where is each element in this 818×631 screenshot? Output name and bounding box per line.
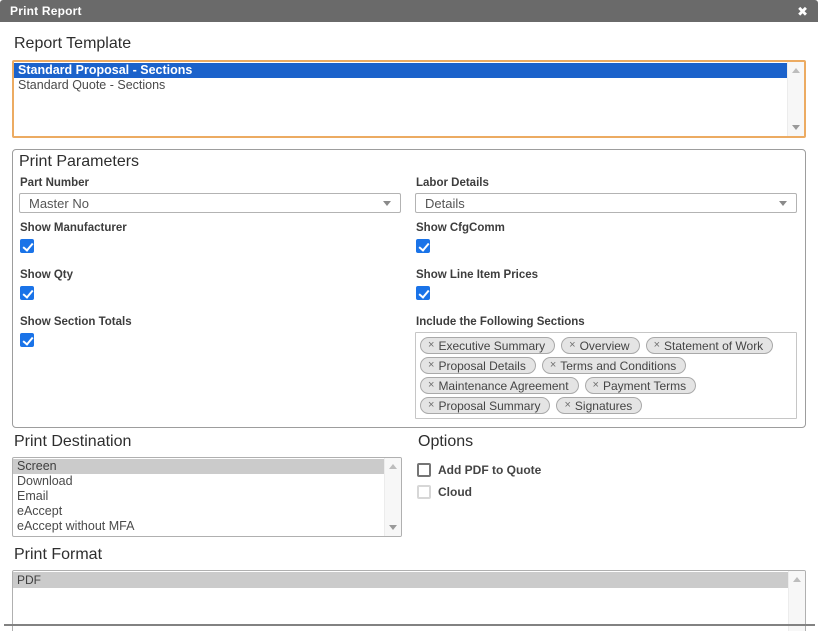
section-tag[interactable]: × Executive Summary — [420, 337, 555, 354]
report-template-scrollbar — [787, 62, 804, 136]
part-number-value: Master No — [29, 196, 89, 211]
show-cfgcomm-label: Show CfgComm — [416, 222, 797, 235]
tag-remove-icon[interactable]: × — [428, 340, 434, 351]
print-destination-option[interactable]: eAccept — [13, 504, 384, 519]
section-tag[interactable]: × Proposal Details — [420, 357, 536, 374]
show-section-totals-label: Show Section Totals — [20, 316, 401, 329]
print-report-dialog: Print Report ✖ Report Template Standard … — [0, 0, 818, 631]
print-parameters-box: Print Parameters Part Number Master No S… — [12, 149, 806, 428]
print-destination-option[interactable]: eAccept without MFA — [13, 519, 384, 534]
section-tag[interactable]: × Terms and Conditions — [542, 357, 687, 374]
print-destination-scrollbar — [384, 458, 401, 536]
print-destination-listbox: Screen Download Email eAccept eAccept wi… — [12, 457, 402, 537]
tag-remove-icon[interactable]: × — [428, 400, 434, 411]
print-destination-section: Print Destination Screen Download Email … — [12, 431, 402, 537]
include-sections-label: Include the Following Sections — [416, 316, 797, 329]
section-tag[interactable]: × Signatures — [556, 397, 642, 414]
section-tag-label: Proposal Details — [438, 359, 525, 373]
report-template-heading: Report Template — [14, 35, 806, 53]
show-line-item-prices-checkbox[interactable] — [416, 286, 430, 300]
scroll-up-icon[interactable] — [385, 459, 401, 474]
show-manufacturer-label: Show Manufacturer — [20, 222, 401, 235]
print-destination-option[interactable]: Email — [13, 489, 384, 504]
print-format-scrollbar — [788, 571, 805, 631]
scroll-up-icon[interactable] — [789, 572, 805, 587]
dialog-bottom-border — [4, 624, 815, 626]
add-pdf-to-quote-label: Add PDF to Quote — [438, 463, 541, 477]
show-cfgcomm-checkbox[interactable] — [416, 239, 430, 253]
tag-remove-icon[interactable]: × — [550, 360, 556, 371]
include-sections-box: × Executive Summary × Overview × Statement … — [415, 332, 797, 419]
dialog-titlebar: Print Report ✖ — [0, 0, 818, 22]
print-destination-option[interactable]: Download — [13, 474, 384, 489]
labor-details-select[interactable]: Details — [415, 193, 797, 213]
tag-remove-icon[interactable]: × — [569, 340, 575, 351]
section-tag-label: Executive Summary — [438, 339, 545, 353]
scroll-up-icon[interactable] — [788, 63, 804, 78]
part-number-select[interactable]: Master No — [19, 193, 401, 213]
section-tag-label: Signatures — [575, 399, 632, 413]
show-manufacturer-checkbox[interactable] — [20, 239, 34, 253]
section-tag[interactable]: × Payment Terms — [585, 377, 697, 394]
print-parameters-heading: Print Parameters — [19, 153, 797, 171]
section-tag-label: Overview — [580, 339, 630, 353]
cloud-label: Cloud — [438, 485, 472, 499]
print-format-heading: Print Format — [14, 546, 806, 564]
tag-remove-icon[interactable]: × — [428, 380, 434, 391]
cloud-checkbox[interactable] — [417, 485, 431, 499]
section-tag-label: Statement of Work — [664, 339, 763, 353]
chevron-down-icon — [779, 201, 787, 206]
scroll-down-icon[interactable] — [385, 520, 401, 535]
section-tag[interactable]: × Overview — [561, 337, 639, 354]
section-tag[interactable]: × Statement of Work — [646, 337, 774, 354]
section-tag[interactable]: × Proposal Summary — [420, 397, 550, 414]
tag-remove-icon[interactable]: × — [593, 380, 599, 391]
labor-details-label: Labor Details — [416, 177, 797, 190]
section-tag-label: Proposal Summary — [438, 399, 540, 413]
show-qty-label: Show Qty — [20, 269, 401, 282]
print-format-listbox: PDF — [12, 570, 806, 631]
options-heading: Options — [418, 433, 806, 451]
add-pdf-to-quote-checkbox[interactable] — [417, 463, 431, 477]
tag-remove-icon[interactable]: × — [564, 400, 570, 411]
print-parameters-right-column: Labor Details Details Show CfgComm Show … — [415, 177, 797, 419]
labor-details-value: Details — [425, 196, 465, 211]
print-destination-heading: Print Destination — [14, 433, 402, 451]
part-number-label: Part Number — [20, 177, 401, 190]
show-line-item-prices-label: Show Line Item Prices — [416, 269, 797, 282]
dialog-content: Report Template Standard Proposal - Sect… — [0, 35, 818, 631]
scroll-down-icon[interactable] — [788, 120, 804, 135]
section-tag-label: Maintenance Agreement — [438, 379, 568, 393]
print-format-option[interactable]: PDF — [13, 572, 788, 588]
tag-remove-icon[interactable]: × — [654, 340, 660, 351]
print-parameters-left-column: Part Number Master No Show Manufacturer … — [19, 177, 401, 419]
chevron-down-icon — [383, 201, 391, 206]
show-qty-checkbox[interactable] — [20, 286, 34, 300]
show-section-totals-checkbox[interactable] — [20, 333, 34, 347]
options-section: Options Add PDF to Quote Cloud — [416, 431, 806, 537]
section-tag-label: Payment Terms — [603, 379, 686, 393]
dialog-title: Print Report — [10, 4, 82, 18]
print-destination-option[interactable]: Screen — [13, 459, 384, 474]
tag-remove-icon[interactable]: × — [428, 360, 434, 371]
report-template-option[interactable]: Standard Quote - Sections — [14, 78, 787, 93]
section-tag[interactable]: × Maintenance Agreement — [420, 377, 579, 394]
report-template-option[interactable]: Standard Proposal - Sections — [14, 63, 787, 78]
close-icon[interactable]: ✖ — [797, 5, 808, 18]
report-template-listbox: Standard Proposal - Sections Standard Qu… — [12, 60, 806, 138]
section-tag-label: Terms and Conditions — [560, 359, 676, 373]
